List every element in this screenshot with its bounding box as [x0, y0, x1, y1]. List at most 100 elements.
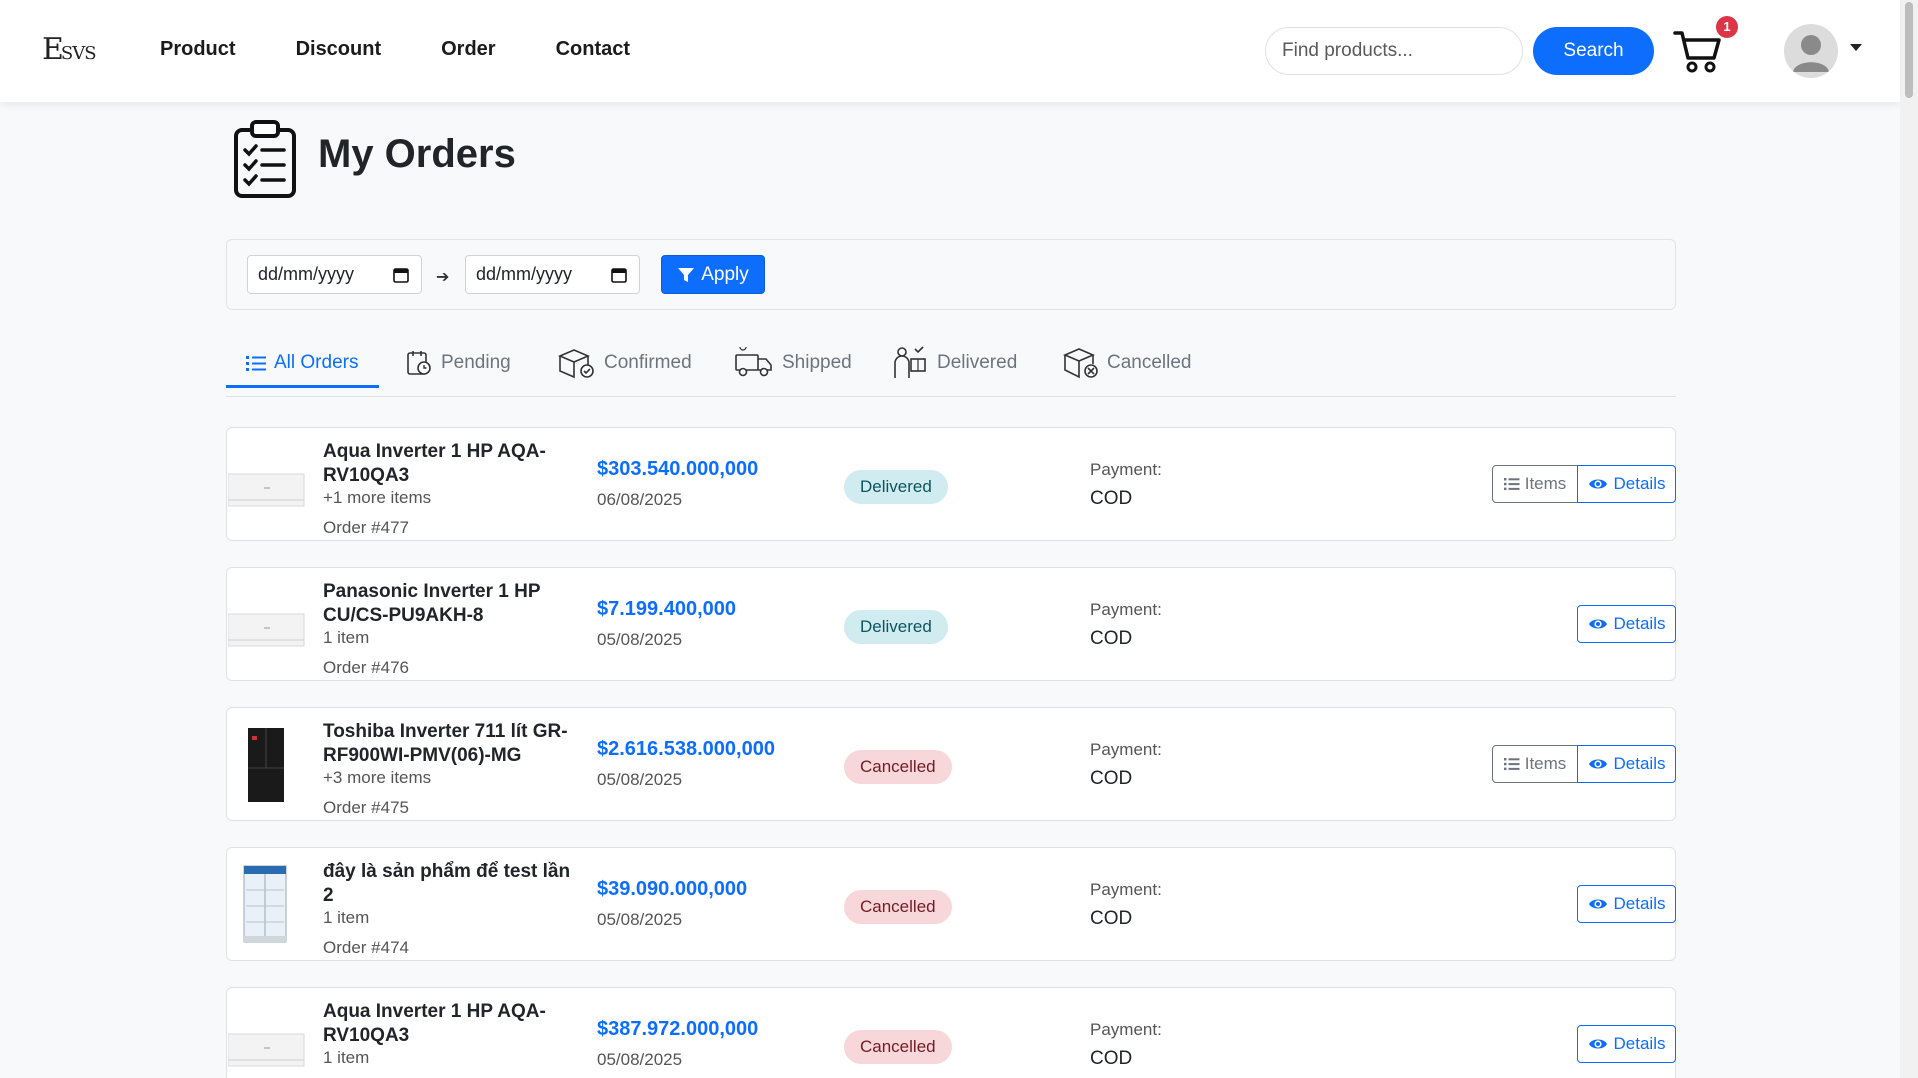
payment-label: Payment: [1090, 460, 1162, 479]
details-button[interactable]: Details [1577, 885, 1676, 923]
product-thumbnail[interactable] [228, 856, 306, 952]
tab-label: Pending [441, 352, 511, 373]
details-button[interactable]: Details [1577, 605, 1676, 643]
search-input[interactable] [1265, 27, 1523, 75]
order-number: Order #477 [323, 518, 409, 537]
details-button-label: Details [1613, 754, 1666, 773]
product-name: Aqua Inverter 1 HP AQA-RV10QA3 [323, 441, 546, 486]
page-title: My Orders [318, 132, 516, 176]
status-badge: Cancelled [844, 890, 952, 924]
details-button[interactable]: Details [1577, 745, 1676, 783]
tab-cancelled[interactable]: Cancelled [1061, 339, 1192, 387]
status-badge: Delivered [844, 610, 948, 644]
user-avatar[interactable] [1784, 24, 1838, 78]
product-name: đây là sản phẩm để test lần 2 [323, 861, 571, 906]
apply-label: Apply [701, 263, 749, 285]
cart-icon[interactable] [1672, 28, 1724, 74]
details-button-label: Details [1613, 474, 1666, 493]
order-number: Order #476 [323, 658, 409, 677]
tab-pending[interactable]: Pending [405, 339, 511, 387]
tab-label: Shipped [782, 352, 852, 373]
arrow-right-icon: ➔ [436, 269, 450, 286]
product-name: Toshiba Inverter 711 lít GR-RF900WI-PMV(… [323, 721, 568, 766]
payment-method: COD [1090, 628, 1133, 649]
nav-link-discount[interactable]: Discount [296, 38, 382, 61]
navbar: ESVS Product Discount Order Contact Sear… [0, 0, 1900, 102]
date-to-input[interactable]: dd/mm/yyyy [465, 255, 640, 294]
order-number: Order #475 [323, 798, 409, 817]
calendar-icon[interactable] [611, 267, 627, 283]
product-thumbnail[interactable] [228, 716, 306, 812]
product-thumbnail[interactable] [227, 576, 306, 672]
item-count: +3 more items [323, 768, 432, 787]
eye-icon [1588, 899, 1607, 909]
payment-method: COD [1090, 768, 1133, 789]
eye-icon [1588, 619, 1607, 629]
nav-link-contact[interactable]: Contact [556, 38, 630, 61]
status-badge: Delivered [844, 470, 948, 504]
order-total: $7.199.400,000 [597, 598, 737, 620]
items-button[interactable]: Items [1492, 465, 1578, 503]
apply-filter-button[interactable]: Apply [661, 255, 765, 294]
calendar-icon[interactable] [393, 267, 409, 283]
product-name: Panasonic Inverter 1 HP CU/CS-PU9AKH-8 [323, 581, 541, 626]
active-tab-indicator [226, 385, 379, 388]
tab-label: Delivered [937, 352, 1018, 373]
order-card: Aqua Inverter 1 HP AQA-RV10QA3 1 item $387… [226, 987, 1676, 1078]
order-date: 05/08/2025 [597, 630, 683, 649]
item-count: 1 item [323, 908, 370, 927]
items-button[interactable]: Items [1492, 745, 1578, 783]
payment-label: Payment: [1090, 880, 1162, 899]
status-badge: Cancelled [844, 1030, 952, 1064]
tab-confirmed[interactable]: Confirmed [556, 339, 692, 387]
item-count: +1 more items [323, 488, 432, 507]
eye-icon [1588, 759, 1607, 769]
pending-clock-icon [407, 351, 431, 375]
scrollbar-thumb[interactable] [1905, 2, 1913, 98]
order-card: Toshiba Inverter 711 lít GR-RF900WI-PMV(… [226, 707, 1676, 821]
order-card: đây là sản phẩm để test lần 2 1 item Order… [226, 847, 1676, 961]
details-button[interactable]: Details [1577, 465, 1676, 503]
scrollbar-track[interactable] [1900, 0, 1918, 1078]
tab-label: All Orders [274, 352, 359, 373]
cart-count-badge: 1 [1716, 16, 1738, 38]
payment-method: COD [1090, 908, 1133, 929]
list-icon [1503, 478, 1520, 491]
tab-delivered[interactable]: Delivered [891, 339, 1017, 387]
payment-label: Payment: [1090, 1020, 1162, 1039]
order-total: $303.540.000,000 [597, 458, 759, 480]
order-date: 05/08/2025 [597, 1050, 683, 1069]
payment-method: COD [1090, 1048, 1133, 1069]
confirmed-box-icon [557, 349, 594, 379]
list-icon [246, 356, 266, 371]
nav-link-order[interactable]: Order [441, 38, 495, 61]
date-filter-bar: dd/mm/yyyy ➔ dd/mm/yyyy Apply [226, 239, 1676, 310]
items-button-label: Items [1524, 474, 1567, 493]
nav-link-product[interactable]: Product [160, 38, 236, 61]
user-menu-caret-icon[interactable] [1850, 44, 1862, 51]
clipboard-checklist-icon [232, 118, 298, 200]
eye-icon [1588, 1039, 1607, 1049]
details-button-label: Details [1613, 1034, 1666, 1053]
details-button-label: Details [1613, 894, 1666, 913]
order-number: Order #474 [323, 938, 409, 957]
product-thumbnail[interactable] [227, 996, 306, 1078]
delivery-truck-icon [735, 347, 772, 377]
tab-label: Confirmed [604, 352, 692, 373]
search-button[interactable]: Search [1533, 27, 1654, 75]
details-button[interactable]: Details [1577, 1025, 1676, 1063]
date-from-input[interactable]: dd/mm/yyyy [247, 255, 422, 294]
brand-logo[interactable]: ESVS [42, 30, 98, 70]
payment-label: Payment: [1090, 600, 1162, 619]
status-badge: Cancelled [844, 750, 952, 784]
order-date: 05/08/2025 [597, 770, 683, 789]
filter-funnel-icon [678, 267, 695, 282]
details-button-label: Details [1613, 614, 1666, 633]
tab-shipped[interactable]: Shipped [734, 339, 852, 387]
tab-all-orders[interactable]: All Orders [246, 339, 358, 387]
date-to-placeholder: dd/mm/yyyy [476, 264, 573, 284]
payment-label: Payment: [1090, 740, 1162, 759]
product-thumbnail[interactable] [227, 436, 306, 532]
date-from-placeholder: dd/mm/yyyy [258, 264, 355, 284]
order-total: $39.090.000,000 [597, 878, 748, 900]
